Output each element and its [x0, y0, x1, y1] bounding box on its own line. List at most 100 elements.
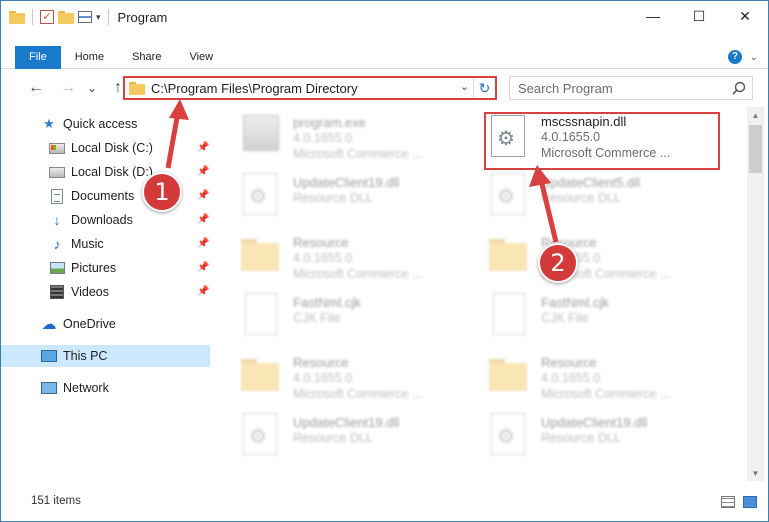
file-name: UpdateClient19.dll: [541, 415, 648, 430]
file-detail: 4.0.1655.0: [293, 131, 353, 145]
folder-icon[interactable]: [9, 10, 25, 24]
file-detail: 4.0.1655.0: [541, 371, 601, 385]
details-view-icon[interactable]: [721, 496, 735, 508]
file-name: FastNml.cjk: [541, 295, 609, 310]
sidebar-item-music[interactable]: ♪ Music: [49, 233, 104, 255]
sidebar-item-label: Local Disk (C:): [71, 141, 153, 155]
close-button[interactable]: ✕: [722, 1, 768, 31]
cloud-icon: ☁: [41, 316, 57, 333]
download-arrow-icon: ↓: [53, 212, 61, 228]
address-path[interactable]: C:\Program Files\Program Directory: [151, 81, 358, 96]
file-detail: Resource DLL: [541, 431, 621, 445]
search-icon[interactable]: [732, 81, 746, 95]
file-detail: Microsoft Commerce ...: [541, 387, 671, 401]
vertical-scrollbar[interactable]: ▲ ▼: [747, 107, 764, 481]
toolbar-separator: [107, 9, 109, 25]
list-item[interactable]: FastNml.cjk CJK File: [485, 291, 725, 351]
pin-icon[interactable]: 📌: [197, 286, 209, 297]
file-name: UpdateClient5.dll: [541, 175, 641, 190]
list-item[interactable]: Resource 4.0.1655.0 Microsoft Commerce .…: [237, 351, 477, 411]
large-icons-view-icon[interactable]: [743, 496, 757, 508]
properties-icon[interactable]: [78, 11, 92, 23]
music-note-icon: ♪: [53, 236, 61, 252]
expand-ribbon-chevron-icon[interactable]: ⌄: [750, 46, 758, 69]
search-input[interactable]: Search Program: [509, 76, 753, 100]
tab-file[interactable]: File: [15, 45, 61, 69]
file-name: Resource: [293, 355, 349, 370]
file-name: program.exe: [293, 115, 366, 130]
pin-icon[interactable]: 📌: [197, 238, 209, 249]
new-folder-icon[interactable]: [58, 10, 74, 24]
sidebar-item-videos[interactable]: Videos: [49, 281, 109, 303]
tab-home[interactable]: Home: [61, 46, 118, 69]
list-item[interactable]: FastNml.cjk CJK File: [237, 291, 477, 351]
help-icon[interactable]: ?: [728, 50, 742, 64]
sidebar-item-pictures[interactable]: Pictures: [49, 257, 116, 279]
file-detail: Resource DLL: [293, 191, 373, 205]
sidebar-item-network[interactable]: Network: [41, 377, 109, 399]
dll-file-icon: [485, 171, 533, 219]
list-item[interactable]: UpdateClient19.dll Resource DLL: [237, 171, 477, 231]
folder-icon: [237, 231, 285, 279]
list-item[interactable]: Resource 4.0.1655.0 Microsoft Commerce .…: [485, 351, 725, 411]
sidebar-item-label: Network: [63, 381, 109, 395]
file-name: Resource: [541, 355, 597, 370]
properties-check-icon[interactable]: ✓: [40, 10, 54, 24]
sidebar-item-this-pc[interactable]: This PC: [1, 345, 210, 367]
file-name: UpdateClient19.dll: [293, 175, 400, 190]
sidebar-item-documents[interactable]: Documents: [49, 185, 134, 207]
sidebar-item-downloads[interactable]: ↓ Downloads: [49, 209, 133, 231]
list-item[interactable]: Resource 4.0.1655.0 Microsoft Commerce .…: [485, 231, 725, 291]
minimize-button[interactable]: —: [630, 1, 676, 31]
list-item[interactable]: Resource 4.0.1655.0 Microsoft Commerce .…: [237, 231, 477, 291]
list-item[interactable]: UpdateClient19.dll Resource DLL: [237, 411, 477, 471]
scroll-down-arrow-icon[interactable]: ▼: [747, 465, 764, 481]
tab-view[interactable]: View: [175, 46, 227, 69]
documents-icon: [49, 188, 65, 204]
item-count: 151 items: [31, 495, 81, 507]
pin-icon[interactable]: 📌: [197, 166, 209, 177]
step-two-badge: 2: [538, 243, 578, 283]
pin-icon[interactable]: 📌: [197, 142, 209, 153]
pin-icon[interactable]: 📌: [197, 262, 209, 273]
pin-icon[interactable]: 📌: [197, 214, 209, 225]
drive-d-icon: [49, 164, 65, 180]
sidebar-item-label: This PC: [63, 349, 108, 363]
search-placeholder: Search Program: [518, 81, 613, 96]
status-bar: 151 items: [1, 491, 768, 513]
address-bar[interactable]: C:\Program Files\Program Directory ⌄ ↻: [123, 76, 497, 100]
maximize-button[interactable]: ☐: [676, 1, 722, 31]
star-icon: ★: [43, 116, 55, 131]
tab-share[interactable]: Share: [118, 46, 175, 69]
sidebar-item-onedrive[interactable]: ☁ OneDrive: [41, 313, 116, 335]
list-item[interactable]: program.exe 4.0.1655.0 Microsoft Commerc…: [237, 111, 477, 171]
sidebar-item-quick-access[interactable]: ★ Quick access: [41, 113, 137, 135]
file-detail: 4.0.1655.0: [293, 251, 353, 265]
customize-toolbar-chevron-icon[interactable]: ▾: [96, 12, 101, 23]
scrollbar-thumb[interactable]: [749, 125, 762, 173]
sidebar-item-label: Pictures: [71, 261, 117, 275]
highlight-box: [484, 112, 720, 170]
dll-file-icon: [237, 171, 285, 219]
sidebar-item-label: Quick access: [63, 117, 138, 131]
list-item[interactable]: UpdateClient5.dll Resource DLL: [485, 171, 725, 231]
sidebar-item-local-disk-d[interactable]: Local Disk (D:): [49, 161, 153, 183]
forward-button[interactable]: →: [57, 77, 79, 99]
folder-icon: [237, 351, 285, 399]
file-detail: Microsoft Commerce ...: [293, 147, 423, 161]
refresh-button[interactable]: ↻: [473, 78, 495, 98]
blank-file-icon: [237, 291, 285, 339]
file-detail: CJK File: [293, 311, 341, 325]
pin-icon[interactable]: 📌: [197, 190, 209, 201]
address-dropdown-chevron-icon[interactable]: ⌄: [460, 80, 469, 93]
back-button[interactable]: ←: [25, 77, 47, 99]
scroll-up-arrow-icon[interactable]: ▲: [747, 107, 764, 123]
file-detail: Resource DLL: [293, 431, 373, 445]
list-item[interactable]: UpdateClient19.dll Resource DLL: [485, 411, 725, 471]
recent-locations-chevron-icon[interactable]: ⌄: [81, 77, 103, 99]
step-one-badge: 1: [142, 172, 182, 212]
sidebar-item-local-disk-c[interactable]: Local Disk (C:): [49, 137, 153, 159]
ribbon-tabs: File Home Share View ? ⌄: [1, 45, 768, 69]
quick-access-toolbar: ✓ ▾: [1, 1, 112, 33]
drive-c-icon: [49, 140, 65, 156]
